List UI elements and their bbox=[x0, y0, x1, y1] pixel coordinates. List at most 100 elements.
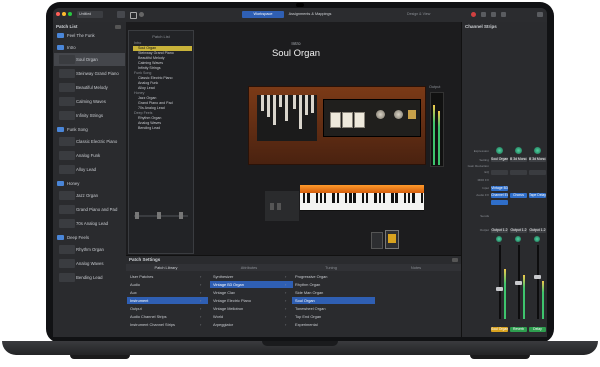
black-key[interactable] bbox=[412, 193, 415, 203]
patch-row[interactable]: Analog Waves bbox=[54, 257, 125, 270]
black-key[interactable] bbox=[374, 193, 377, 203]
piano-keyboard[interactable] bbox=[300, 193, 424, 211]
black-key[interactable] bbox=[336, 193, 340, 203]
black-key[interactable] bbox=[407, 193, 411, 203]
library-item[interactable]: Aux bbox=[127, 289, 208, 296]
drawbar-9[interactable] bbox=[311, 95, 314, 113]
info-icon[interactable] bbox=[130, 12, 137, 19]
chorus-switch[interactable] bbox=[354, 112, 365, 128]
mini-list-slider-thumb-2[interactable] bbox=[157, 212, 161, 219]
black-key[interactable] bbox=[382, 193, 386, 203]
black-key[interactable] bbox=[391, 193, 394, 203]
mod-wheel[interactable] bbox=[277, 203, 281, 210]
tab-workspace[interactable]: Workspace bbox=[242, 11, 284, 18]
set-row[interactable]: Funk Song bbox=[53, 126, 137, 133]
library-item[interactable]: Instrument bbox=[127, 297, 208, 304]
sustain-pedal[interactable] bbox=[371, 232, 383, 249]
category-item[interactable]: Synthesizer bbox=[210, 273, 293, 280]
drawbar-6[interactable] bbox=[293, 95, 296, 109]
drawbar-1[interactable] bbox=[261, 95, 264, 111]
output-button[interactable]: Output 1-2 bbox=[491, 228, 508, 233]
mini-patch-row[interactable]: Bending Lead bbox=[133, 126, 192, 131]
black-key[interactable] bbox=[332, 193, 335, 203]
black-key[interactable] bbox=[395, 193, 398, 203]
patch-item[interactable]: Progressive Organ bbox=[292, 273, 375, 280]
category-item[interactable]: Vintage Mellotron bbox=[210, 305, 293, 312]
category-item[interactable]: Vintage B3 Organ bbox=[210, 281, 293, 288]
volume-fader[interactable] bbox=[515, 281, 522, 285]
design-view-label[interactable]: Design & View bbox=[407, 11, 437, 18]
view-toggle-icon[interactable] bbox=[537, 12, 543, 17]
record-icon[interactable] bbox=[471, 12, 476, 17]
volume-dial[interactable] bbox=[408, 110, 416, 119]
black-key[interactable] bbox=[319, 193, 323, 203]
category-item[interactable]: Arpeggiator bbox=[210, 321, 293, 328]
output-button[interactable]: Output 1-2 bbox=[510, 228, 527, 233]
close-window-icon[interactable] bbox=[56, 12, 60, 16]
set-row[interactable]: Deep Feels bbox=[53, 234, 137, 241]
patch-row[interactable]: Bending Lead bbox=[54, 271, 125, 284]
patch-item[interactable]: Tonewheel Organ bbox=[292, 305, 375, 312]
tuning-tab[interactable]: Tuning bbox=[291, 264, 371, 271]
expression-knob[interactable] bbox=[534, 147, 541, 154]
black-key[interactable] bbox=[403, 193, 407, 203]
input-button[interactable]: Vintage B3 bbox=[491, 186, 508, 191]
volume-fader[interactable] bbox=[534, 275, 541, 279]
category-item[interactable]: Vintage Clav bbox=[210, 289, 293, 296]
setting-button[interactable]: B 3d Mono1 bbox=[529, 157, 546, 162]
mini-list-slider-thumb[interactable] bbox=[135, 212, 139, 219]
patch-row[interactable]: Steinway Grand Piano bbox=[54, 67, 125, 80]
eq-thumbnail[interactable] bbox=[491, 170, 508, 175]
library-item[interactable]: User Patches bbox=[127, 273, 208, 280]
category-item[interactable]: World bbox=[210, 313, 293, 320]
zoom-window-icon[interactable] bbox=[68, 12, 72, 16]
library-item[interactable]: Audio Channel Strips bbox=[127, 313, 208, 320]
patch-row[interactable]: Grand Piano and Pad bbox=[54, 203, 125, 216]
drawbar-2[interactable] bbox=[267, 95, 270, 117]
library-item[interactable]: Instrument Channel Strips bbox=[127, 321, 208, 328]
expression-knob[interactable] bbox=[515, 147, 522, 154]
patch-row[interactable]: Alloy Lead bbox=[54, 163, 125, 176]
black-key[interactable] bbox=[353, 193, 356, 203]
black-key[interactable] bbox=[420, 193, 424, 203]
expression-pedal[interactable] bbox=[385, 230, 399, 249]
library-item[interactable]: Output bbox=[127, 305, 208, 312]
black-key[interactable] bbox=[307, 193, 310, 203]
pan-knob[interactable] bbox=[515, 236, 521, 242]
black-key[interactable] bbox=[349, 193, 352, 203]
black-key[interactable] bbox=[302, 193, 306, 203]
mini-list-slider-thumb-3[interactable] bbox=[179, 212, 183, 219]
add-patch-icon[interactable] bbox=[115, 25, 121, 29]
drawbar-3[interactable] bbox=[273, 95, 276, 125]
volume-fader[interactable] bbox=[496, 287, 503, 291]
audio-fx-button[interactable]: Chorus bbox=[510, 193, 527, 198]
patch-row[interactable]: Calming Waves bbox=[54, 95, 125, 108]
eq-thumbnail[interactable] bbox=[529, 170, 546, 175]
output-button[interactable]: Output 1-2 bbox=[529, 228, 546, 233]
eq-thumbnail[interactable] bbox=[510, 170, 527, 175]
minimize-window-icon[interactable] bbox=[62, 12, 66, 16]
patch-row[interactable]: Jazz Organ bbox=[54, 189, 125, 202]
patch-item[interactable]: Experimental bbox=[292, 321, 375, 328]
drawbar-7[interactable] bbox=[299, 95, 302, 129]
patch-item[interactable]: Side Man Organ bbox=[292, 289, 375, 296]
set-row[interactable]: Feel The Funk bbox=[53, 32, 137, 39]
audio-fx-button-2[interactable] bbox=[491, 200, 508, 205]
drawbar-8[interactable] bbox=[305, 95, 308, 115]
drive-knob[interactable] bbox=[394, 110, 403, 119]
audio-fx-button[interactable]: Channel EQ bbox=[491, 193, 508, 198]
black-key[interactable] bbox=[378, 193, 382, 203]
patch-row[interactable]: 70s Analog Lead bbox=[54, 217, 125, 230]
metronome-icon[interactable] bbox=[139, 12, 144, 17]
attributes-tab[interactable]: Attributes bbox=[209, 264, 289, 271]
leslie-knob[interactable] bbox=[376, 110, 385, 119]
category-item[interactable]: Vintage Electric Piano bbox=[210, 297, 293, 304]
set-row[interactable]: Honey bbox=[53, 180, 137, 187]
pitch-wheel[interactable] bbox=[270, 203, 274, 210]
library-item[interactable]: Audio bbox=[127, 281, 208, 288]
pan-knob[interactable] bbox=[534, 236, 540, 242]
tab-assignments-mappings[interactable]: Assignments & Mappings bbox=[286, 11, 334, 18]
black-key[interactable] bbox=[365, 193, 369, 203]
patch-row[interactable]: Analog Funk bbox=[54, 149, 125, 162]
audio-fx-button[interactable]: Tape Delay bbox=[529, 193, 546, 198]
